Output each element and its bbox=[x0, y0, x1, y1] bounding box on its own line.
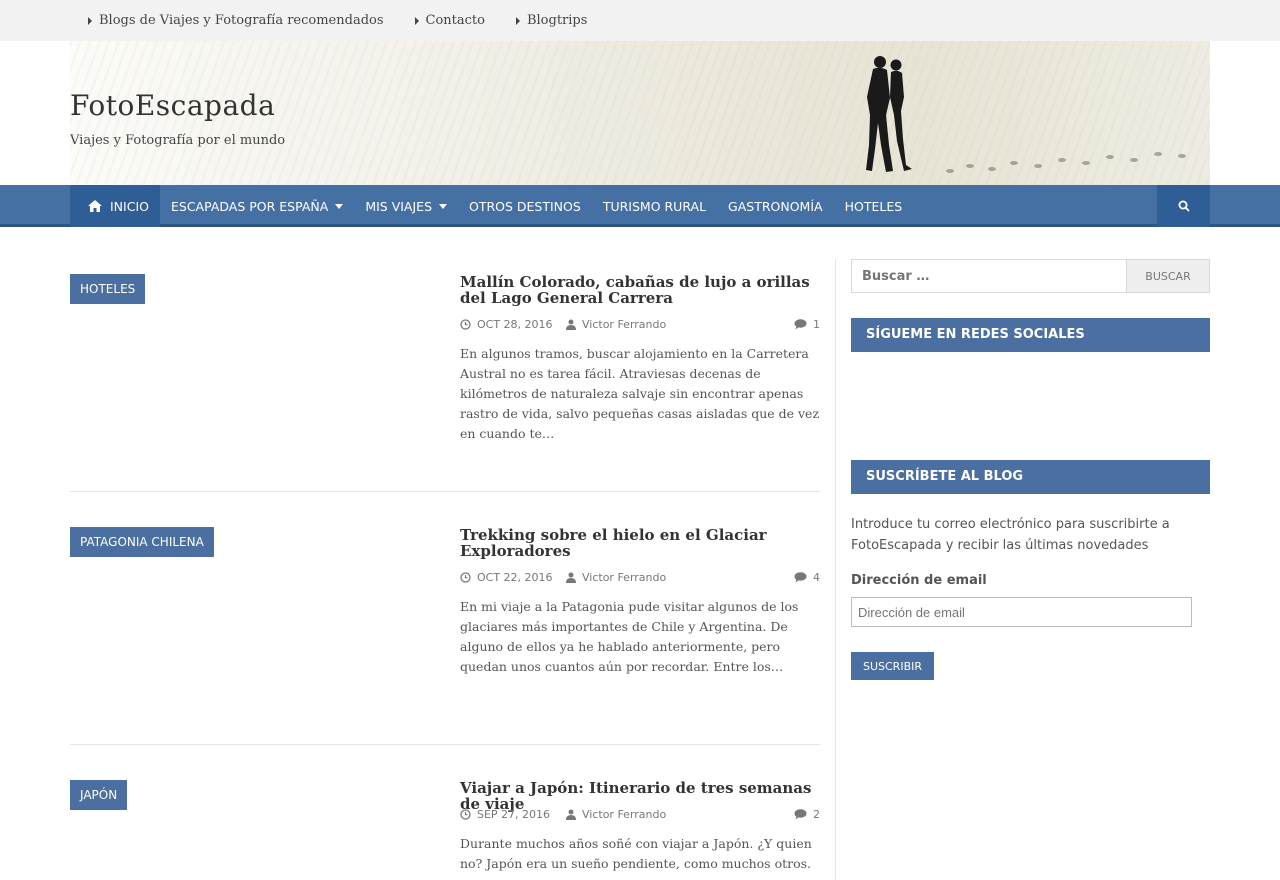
clock-icon bbox=[460, 572, 471, 583]
nav-item-escapadas[interactable]: Escapadas por España bbox=[160, 185, 354, 227]
social-widget-title: Sígueme en redes sociales bbox=[851, 318, 1210, 352]
subscribe-intro-text: Introduce tu correo electrónico para sus… bbox=[851, 517, 1170, 553]
caret-right-icon bbox=[414, 16, 419, 25]
category-badge[interactable]: Patagonia Chilena bbox=[70, 527, 214, 557]
site-title[interactable]: FotoEscapada bbox=[70, 89, 275, 122]
subscribe-button[interactable]: Suscribir bbox=[851, 652, 934, 680]
post-author-text: Victor Ferrando bbox=[582, 318, 667, 331]
user-icon bbox=[566, 572, 576, 583]
comment-icon bbox=[794, 572, 807, 583]
comment-icon bbox=[794, 319, 807, 330]
post-meta: OCT 28, 2016 Victor Ferrando 1 bbox=[460, 318, 820, 332]
clock-icon bbox=[460, 319, 471, 330]
sidebar-search-button[interactable]: Buscar bbox=[1126, 259, 1210, 293]
home-icon bbox=[88, 200, 102, 212]
nav-item-gastronomia[interactable]: Gastronomía bbox=[717, 185, 834, 227]
topnav-label: Blogtrips bbox=[526, 13, 588, 28]
chevron-down-icon bbox=[439, 203, 447, 209]
topnav-item-contacto[interactable]: Contacto bbox=[397, 0, 498, 41]
user-icon bbox=[566, 809, 576, 820]
site-tagline: Viajes y Fotografía por el mundo bbox=[70, 133, 286, 148]
nav-label: Otros Destinos bbox=[469, 198, 581, 214]
post-meta: OCT 22, 2016 Victor Ferrando 4 bbox=[460, 571, 820, 585]
sidebar-divider bbox=[835, 259, 836, 880]
post-author-text: Victor Ferrando bbox=[582, 571, 667, 584]
post-comments-count: 4 bbox=[813, 571, 820, 584]
topnav-label: Contacto bbox=[425, 13, 485, 28]
nav-label: Mis Viajes bbox=[365, 198, 432, 214]
nav-label: Hoteles bbox=[844, 198, 903, 214]
nav-item-mis-viajes[interactable]: Mis Viajes bbox=[354, 185, 458, 227]
post-divider bbox=[70, 744, 820, 745]
nav-label: Turismo Rural bbox=[602, 198, 707, 214]
subscribe-widget-title: Suscríbete al blog bbox=[851, 460, 1210, 494]
top-bar: Blogs de Viajes y Fotografía recomendado… bbox=[0, 0, 1280, 41]
nav-search-button[interactable] bbox=[1157, 185, 1210, 227]
topnav-label: Blogs de Viajes y Fotografía recomendado… bbox=[99, 13, 384, 28]
nav-label: Gastronomía bbox=[728, 198, 823, 214]
main-menu: Inicio Escapadas por España Mis Viajes O… bbox=[70, 185, 913, 227]
post-date[interactable]: SEP 27, 2016 bbox=[460, 808, 550, 821]
post-title[interactable]: Mallín Colorado, cabañas de lujo a orill… bbox=[460, 274, 820, 306]
site-header: FotoEscapada Viajes y Fotografía por el … bbox=[70, 41, 1210, 185]
nav-item-inicio[interactable]: Inicio bbox=[70, 185, 160, 227]
post-excerpt: Durante muchos años soñé con viajar a Ja… bbox=[460, 836, 812, 871]
category-badge[interactable]: Hoteles bbox=[70, 274, 146, 304]
nav-label: Inicio bbox=[110, 198, 149, 214]
post-meta: SEP 27, 2016 Victor Ferrando 2 bbox=[460, 808, 820, 822]
post-date[interactable]: OCT 22, 2016 bbox=[460, 571, 553, 584]
nav-label: Escapadas por España bbox=[170, 198, 329, 214]
post-comments-count: 2 bbox=[813, 808, 820, 821]
post-comments[interactable]: 1 bbox=[794, 318, 820, 331]
sidebar-search-input[interactable] bbox=[851, 259, 1127, 293]
post-date-text: OCT 28, 2016 bbox=[477, 318, 553, 331]
email-field[interactable] bbox=[851, 597, 1192, 627]
post-date-text: SEP 27, 2016 bbox=[477, 808, 551, 821]
post-comments-count: 1 bbox=[813, 318, 820, 331]
post-title[interactable]: Trekking sobre el hielo en el Glaciar Ex… bbox=[460, 527, 820, 559]
nav-item-otros-destinos[interactable]: Otros Destinos bbox=[458, 185, 592, 227]
search-icon bbox=[1178, 200, 1190, 212]
topnav-item-blogtrips[interactable]: Blogtrips bbox=[498, 0, 600, 41]
comment-icon bbox=[794, 809, 807, 820]
nav-item-turismo-rural[interactable]: Turismo Rural bbox=[592, 185, 717, 227]
post-author[interactable]: Victor Ferrando bbox=[566, 571, 666, 584]
main-navigation: Inicio Escapadas por España Mis Viajes O… bbox=[0, 185, 1280, 227]
email-label: Dirección de email bbox=[851, 573, 987, 588]
post-comments[interactable]: 4 bbox=[794, 571, 820, 584]
post-divider bbox=[70, 491, 820, 492]
post-author[interactable]: Victor Ferrando bbox=[566, 808, 666, 821]
post-author[interactable]: Victor Ferrando bbox=[566, 318, 666, 331]
category-badge[interactable]: Japón bbox=[70, 780, 128, 810]
post-date[interactable]: OCT 28, 2016 bbox=[460, 318, 553, 331]
chevron-down-icon bbox=[335, 203, 344, 209]
post-author-text: Victor Ferrando bbox=[582, 808, 667, 821]
user-icon bbox=[566, 319, 576, 330]
top-navigation: Blogs de Viajes y Fotografía recomendado… bbox=[70, 0, 601, 41]
caret-right-icon bbox=[88, 16, 92, 25]
post-date-text: OCT 22, 2016 bbox=[477, 571, 553, 584]
post-excerpt: En algunos tramos, buscar alojamiento en… bbox=[460, 346, 820, 441]
topnav-item-blogs[interactable]: Blogs de Viajes y Fotografía recomendado… bbox=[70, 0, 397, 41]
clock-icon bbox=[460, 809, 471, 820]
footprints-image bbox=[946, 152, 1186, 173]
post-comments[interactable]: 2 bbox=[794, 808, 820, 821]
post-excerpt: En mi viaje a la Patagonia pude visitar … bbox=[460, 599, 799, 674]
couple-silhouette-image bbox=[866, 56, 912, 172]
nav-item-hoteles[interactable]: Hoteles bbox=[834, 185, 914, 227]
caret-right-icon bbox=[515, 16, 520, 25]
